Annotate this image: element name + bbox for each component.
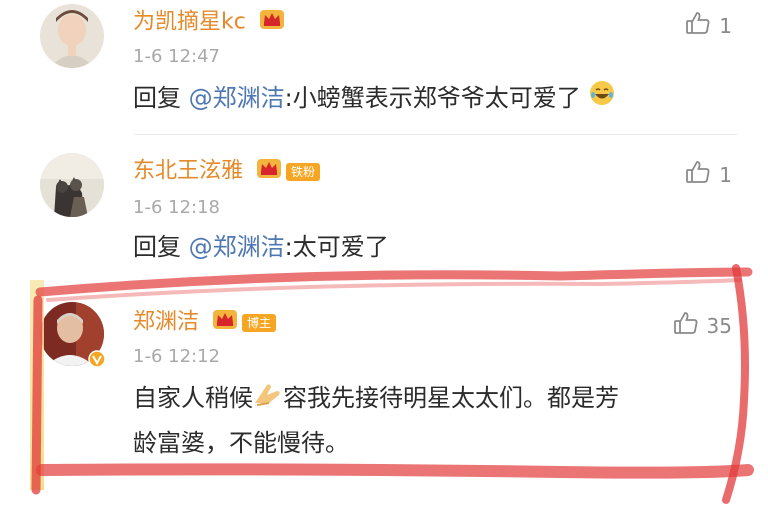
avatar[interactable]: [40, 153, 104, 217]
comment-time: 1-6 12:18: [133, 197, 220, 218]
thumbs-up-icon: [685, 159, 711, 190]
comment-text-line: 自家人稍候 容我先接待明星太太们。都是芳: [133, 376, 738, 421]
laughing-emoji-icon: [588, 77, 616, 121]
username[interactable]: 为凯摘星kc: [133, 8, 285, 37]
comment-item: 郑渊洁 博主 1-6 12:12 35 自家人稍候 容我先接待明星太太们。都是芳…: [0, 280, 768, 510]
like-button[interactable]: 1: [685, 159, 732, 190]
like-button[interactable]: 35: [673, 310, 732, 341]
author-badge: 博主: [242, 313, 277, 332]
praying-hands-emoji-icon: [253, 377, 283, 421]
fan-badge: 铁粉: [286, 162, 321, 181]
mention-link[interactable]: @郑渊洁: [189, 233, 285, 261]
mention-link[interactable]: @郑渊洁: [189, 84, 285, 112]
like-button[interactable]: 1: [685, 10, 732, 41]
comment-text: 回复 @郑渊洁:小螃蟹表示郑爷爷太可爱了: [133, 76, 738, 121]
like-count: 35: [706, 313, 732, 338]
highlight-bar: [30, 280, 44, 490]
thumbs-up-icon: [685, 10, 711, 41]
comment-text-line: 龄富婆，不能慢待。: [133, 429, 349, 457]
comment-text: 回复 @郑渊洁:太可爱了: [133, 233, 389, 261]
like-count: 1: [719, 13, 732, 38]
verified-v-icon: [88, 350, 106, 372]
thumbs-up-icon: [673, 310, 699, 341]
avatar[interactable]: [40, 4, 104, 68]
comment-time: 1-6 12:12: [133, 346, 220, 367]
comment-item: 为凯摘星kc 1-6 12:47 1 回复 @郑渊洁:小螃蟹表示郑爷爷太可爱了: [0, 0, 768, 135]
vip-crown-icon: [259, 8, 285, 37]
comment-time: 1-6 12:47: [133, 46, 220, 67]
comment-item: 东北王泫雅 铁粉 1-6 12:18 1 回复 @郑渊洁:太可爱了: [0, 135, 768, 280]
like-count: 1: [719, 162, 732, 187]
vip-crown-icon: [212, 308, 238, 337]
comment-text: 自家人稍候 容我先接待明星太太们。都是芳 龄富婆，不能慢待。: [133, 376, 738, 465]
vip-crown-icon: [256, 157, 282, 186]
username[interactable]: 东北王泫雅 铁粉: [133, 157, 321, 186]
username[interactable]: 郑渊洁 博主: [133, 308, 277, 337]
